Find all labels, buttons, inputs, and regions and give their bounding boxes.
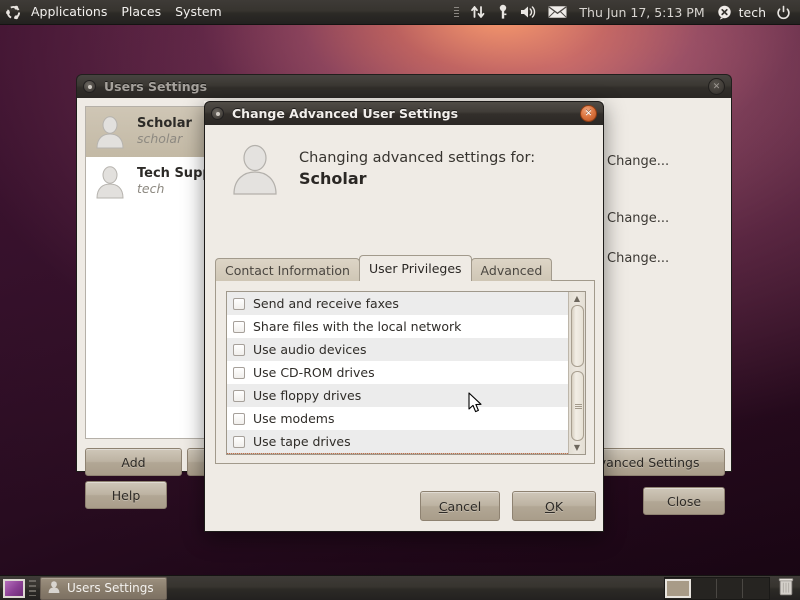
window-menu-icon[interactable]: [211, 107, 224, 120]
help-button[interactable]: Help: [85, 481, 167, 509]
taskbar-item-users-settings[interactable]: Users Settings: [40, 576, 167, 600]
session-username[interactable]: tech: [739, 5, 769, 20]
list-item[interactable]: Use CD-ROM drives: [227, 361, 568, 384]
change-label-3[interactable]: Change...: [607, 251, 669, 266]
show-desktop-icon[interactable]: [3, 578, 25, 598]
menu-system[interactable]: System: [168, 0, 229, 24]
list-item[interactable]: Use audio devices: [227, 338, 568, 361]
trash-icon[interactable]: [778, 577, 794, 600]
user-avatar-icon: [227, 141, 283, 197]
workspace-4[interactable]: [743, 579, 769, 598]
close-icon[interactable]: ✕: [580, 105, 597, 122]
window-icon: [47, 580, 61, 597]
tab-contact-information[interactable]: Contact Information: [215, 258, 360, 281]
privileges-list[interactable]: Send and receive faxes Share files with …: [227, 292, 568, 454]
dialog-titlebar[interactable]: Change Advanced User Settings ✕: [204, 101, 604, 125]
privileges-scroll-area: Send and receive faxes Share files with …: [226, 291, 586, 455]
tab-strip: Contact Information User Privileges Adva…: [215, 255, 595, 281]
close-button[interactable]: Close: [643, 487, 725, 515]
list-item[interactable]: Use floppy drives: [227, 384, 568, 407]
taskbar-item-label: Users Settings: [67, 581, 154, 595]
list-item[interactable]: ✓ Use video devices: [227, 453, 568, 454]
dialog-header-line1: Changing advanced settings for:: [299, 149, 536, 166]
change-advanced-user-settings-dialog: Change Advanced User Settings ✕ Changing…: [204, 101, 604, 532]
mouse-cursor: [468, 392, 484, 418]
list-item[interactable]: Use modems: [227, 407, 568, 430]
privilege-label: Send and receive faxes: [253, 296, 399, 311]
user-avatar-icon: [92, 164, 128, 200]
menu-places[interactable]: Places: [114, 0, 168, 24]
checkbox-unchecked-icon[interactable]: [233, 435, 245, 448]
workspace-3[interactable]: [717, 578, 743, 598]
indicator-grip-icon: [450, 0, 463, 24]
dialog-title: Change Advanced User Settings: [232, 106, 459, 121]
checkbox-unchecked-icon[interactable]: [233, 412, 245, 425]
scrollbar-grip-icon: [574, 404, 582, 409]
workspace-switcher[interactable]: [664, 576, 770, 600]
checkbox-unchecked-icon[interactable]: [233, 343, 245, 356]
network-updown-icon[interactable]: [466, 0, 490, 24]
volume-icon[interactable]: [516, 0, 541, 24]
taskbar-grip-icon[interactable]: [29, 580, 36, 596]
list-item[interactable]: Share files with the local network: [227, 315, 568, 338]
checkbox-unchecked-icon[interactable]: [233, 297, 245, 310]
menu-applications[interactable]: Applications: [24, 0, 114, 24]
privilege-label: Use modems: [253, 411, 335, 426]
list-item[interactable]: Send and receive faxes: [227, 292, 568, 315]
tab-advanced[interactable]: Advanced: [470, 258, 553, 281]
privilege-label: Use tape drives: [253, 434, 351, 449]
checkbox-unchecked-icon[interactable]: [233, 389, 245, 402]
privilege-label: Use CD-ROM drives: [253, 365, 375, 380]
ubuntu-logo-icon[interactable]: [5, 4, 22, 21]
bottom-panel: Users Settings: [0, 575, 800, 600]
clock-indicator[interactable]: Thu Jun 17, 5:13 PM: [574, 5, 709, 20]
checkbox-unchecked-icon[interactable]: [233, 366, 245, 379]
scroll-up-icon[interactable]: ▲: [574, 292, 580, 305]
envelope-icon[interactable]: [544, 0, 571, 24]
cancel-label-rest: ancel: [447, 498, 482, 514]
cancel-mnemonic: C: [438, 498, 448, 514]
user-session-icon[interactable]: [713, 0, 736, 24]
settings-notebook: Contact Information User Privileges Adva…: [215, 255, 595, 465]
scrollbar-thumb[interactable]: [570, 371, 584, 441]
add-user-button[interactable]: Add: [85, 448, 182, 476]
key-icon[interactable]: [493, 0, 513, 24]
workspace-1[interactable]: [665, 578, 691, 598]
user-avatar-icon: [92, 114, 128, 150]
tab-user-privileges[interactable]: User Privileges: [358, 255, 472, 281]
dialog-header: Changing advanced settings for: Scholar: [205, 125, 603, 205]
dialog-body: Changing advanced settings for: Scholar …: [204, 125, 604, 532]
ok-button[interactable]: OK: [512, 491, 596, 521]
ok-mnemonic: O: [544, 498, 555, 514]
users-settings-titlebar[interactable]: Users Settings ✕: [76, 74, 732, 98]
change-label-1[interactable]: Change...: [607, 154, 669, 169]
scrollbar-trough[interactable]: [569, 305, 586, 441]
list-item[interactable]: Use tape drives: [227, 430, 568, 453]
cancel-button[interactable]: Cancel: [420, 491, 500, 521]
users-settings-title: Users Settings: [104, 79, 208, 94]
power-icon[interactable]: [772, 0, 795, 24]
privilege-label: Use floppy drives: [253, 388, 362, 403]
privilege-label: Share files with the local network: [253, 319, 462, 334]
change-label-2[interactable]: Change...: [607, 211, 669, 226]
privilege-label: Use audio devices: [253, 342, 367, 357]
user-real-name: Scholar: [137, 116, 192, 132]
tab-page-user-privileges: Send and receive faxes Share files with …: [215, 280, 595, 464]
top-panel: Applications Places System Thu Jun 17, 5…: [0, 0, 800, 25]
dialog-header-username: Scholar: [299, 168, 367, 188]
ok-label-rest: K: [554, 498, 564, 514]
scrollbar-thumb-upper[interactable]: [570, 305, 584, 367]
checkbox-unchecked-icon[interactable]: [233, 320, 245, 333]
privileges-scrollbar[interactable]: ▲ ▼: [568, 292, 585, 454]
workspace-2[interactable]: [691, 578, 717, 598]
scroll-down-icon[interactable]: ▼: [574, 441, 580, 454]
user-login-name: scholar: [137, 131, 183, 147]
close-icon[interactable]: ✕: [708, 78, 725, 95]
window-menu-icon[interactable]: [83, 80, 96, 93]
